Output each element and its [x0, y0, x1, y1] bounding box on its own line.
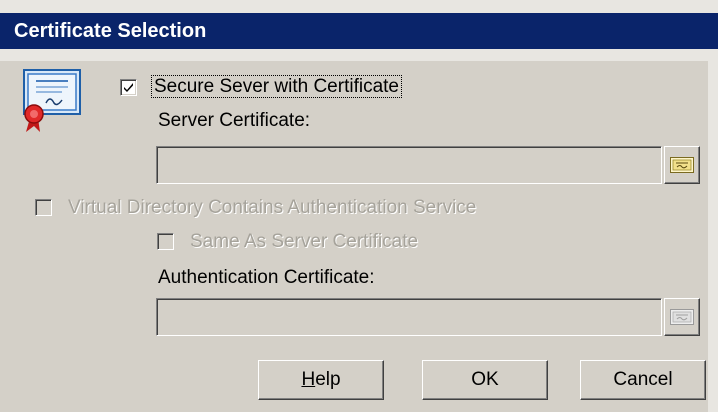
secure-server-label[interactable]: Secure Sever with Certificate	[151, 75, 402, 99]
virtual-directory-checkbox[interactable]	[35, 199, 52, 216]
help-button[interactable]: Help	[258, 360, 384, 400]
virtual-directory-label: Virtual Directory Contains Authenticatio…	[68, 197, 477, 218]
window-top-edge	[0, 0, 718, 13]
certificate-icon	[22, 68, 84, 134]
dialog-title: Certificate Selection	[14, 20, 207, 42]
same-as-server-label: Same As Server Certificate	[190, 231, 419, 252]
secure-server-checkbox[interactable]	[120, 79, 137, 96]
browse-certificate-icon	[670, 157, 694, 173]
checkmark-icon	[124, 83, 133, 92]
same-as-server-checkbox[interactable]	[157, 233, 174, 250]
authentication-certificate-field[interactable]	[156, 298, 662, 336]
window-right-edge	[708, 49, 718, 412]
browse-certificate-icon	[670, 309, 694, 325]
cancel-button[interactable]: Cancel	[580, 360, 706, 400]
authentication-certificate-label: Authentication Certificate:	[158, 267, 375, 288]
server-certificate-field[interactable]	[156, 146, 662, 184]
dialog-title-bar[interactable]: Certificate Selection	[0, 13, 718, 49]
authentication-certificate-browse-button[interactable]	[664, 298, 700, 336]
title-separator	[0, 49, 718, 61]
ok-button[interactable]: OK	[422, 360, 548, 400]
server-certificate-label: Server Certificate:	[158, 110, 311, 131]
server-certificate-browse-button[interactable]	[664, 146, 700, 184]
